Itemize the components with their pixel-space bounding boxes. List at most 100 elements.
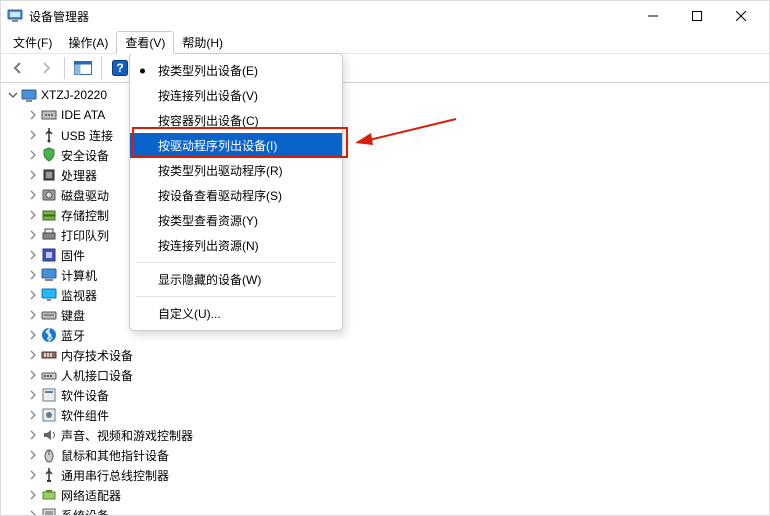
expand-icon[interactable] [25,390,41,400]
keyboard-icon [41,307,57,323]
expand-collapse-icon[interactable] [5,90,21,100]
dropdown-item-label: 按类型列出驱动程序(R) [158,162,283,179]
dropdown-item[interactable]: 按类型列出驱动程序(R) [130,158,342,183]
tree-item[interactable]: 计算机 [1,265,769,285]
tree-root[interactable]: XTZJ-20220 [1,85,769,105]
expand-icon[interactable] [25,190,41,200]
bt-icon [41,327,57,343]
tree-item[interactable]: 软件设备 [1,385,769,405]
cpu-icon [41,167,57,183]
expand-icon[interactable] [25,210,41,220]
expand-icon[interactable] [25,310,41,320]
expand-icon[interactable] [25,150,41,160]
device-manager-window: 设备管理器 文件(F) 操作(A) 查看(V) 帮助(H) ? XTZJ-202… [0,0,770,516]
svg-text:?: ? [116,61,123,75]
tree-item-label: 网络适配器 [61,487,121,504]
tree-item[interactable]: 安全设备 [1,145,769,165]
tree-item-label: 通用串行总线控制器 [61,467,169,484]
menubar: 文件(F) 操作(A) 查看(V) 帮助(H) [1,31,769,54]
device-tree[interactable]: XTZJ-20220IDE ATAUSB 连接安全设备处理器磁盘驱动存储控制打印… [1,83,769,515]
expand-icon[interactable] [25,290,41,300]
tree-item[interactable]: IDE ATA [1,105,769,125]
dropdown-item[interactable]: 按连接列出资源(N) [130,233,342,258]
tree-item-label: 软件设备 [61,387,109,404]
expand-icon[interactable] [25,110,41,120]
tree-item[interactable]: 固件 [1,245,769,265]
dropdown-item-label: 显示隐藏的设备(W) [158,271,261,288]
tree-item[interactable]: 内存技术设备 [1,345,769,365]
memory-icon [41,347,57,363]
tree-item[interactable]: 打印队列 [1,225,769,245]
close-button[interactable] [719,1,763,31]
expand-icon[interactable] [25,510,41,515]
dropdown-item-label: 自定义(U)... [158,305,221,322]
expand-icon[interactable] [25,330,41,340]
tree-item-label: 人机接口设备 [61,367,133,384]
minimize-button[interactable] [631,1,675,31]
tree-item-label: 计算机 [61,267,97,284]
dropdown-item[interactable]: 按驱动程序列出设备(I) [130,133,342,158]
expand-icon[interactable] [25,170,41,180]
expand-icon[interactable] [25,490,41,500]
tree-item-label: 声音、视频和游戏控制器 [61,427,193,444]
tree-item-label: 蓝牙 [61,327,85,344]
menu-view[interactable]: 查看(V) [116,31,174,54]
usb-icon [41,127,57,143]
dropdown-item[interactable]: 按设备查看驱动程序(S) [130,183,342,208]
tree-item[interactable]: 磁盘驱动 [1,185,769,205]
tree-item[interactable]: 存储控制 [1,205,769,225]
tree-item[interactable]: 蓝牙 [1,325,769,345]
titlebar: 设备管理器 [1,1,769,31]
dropdown-item[interactable]: 按连接列出设备(V) [130,83,342,108]
tree-item[interactable]: 监视器 [1,285,769,305]
tree-item[interactable]: 鼠标和其他指针设备 [1,445,769,465]
tree-item[interactable]: 网络适配器 [1,485,769,505]
expand-icon[interactable] [25,410,41,420]
radio-bullet-icon [140,68,145,73]
expand-icon[interactable] [25,230,41,240]
dropdown-item[interactable]: 显示隐藏的设备(W) [130,267,342,292]
monitor-icon [41,287,57,303]
maximize-button[interactable] [675,1,719,31]
menu-action[interactable]: 操作(A) [60,31,116,53]
tree-item[interactable]: 通用串行总线控制器 [1,465,769,485]
expand-icon[interactable] [25,350,41,360]
menu-help[interactable]: 帮助(H) [174,31,231,53]
ide-icon [41,107,57,123]
tree-item[interactable]: 声音、视频和游戏控制器 [1,425,769,445]
expand-icon[interactable] [25,450,41,460]
dropdown-item[interactable]: 按类型列出设备(E) [130,58,342,83]
expand-icon[interactable] [25,370,41,380]
tree-item[interactable]: 系统设备 [1,505,769,515]
expand-icon[interactable] [25,470,41,480]
tree-item-label: 存储控制 [61,207,109,224]
dropdown-item[interactable]: 自定义(U)... [130,301,342,326]
toolbar-separator-2 [101,57,102,79]
sys-icon [41,507,57,515]
audio-icon [41,427,57,443]
disk-icon [41,187,57,203]
tree-item-label: 鼠标和其他指针设备 [61,447,169,464]
tree-item[interactable]: 人机接口设备 [1,365,769,385]
tree-item[interactable]: 键盘 [1,305,769,325]
expand-icon[interactable] [25,130,41,140]
tree-item[interactable]: 处理器 [1,165,769,185]
tree-item-label: 监视器 [61,287,97,304]
app-icon [7,8,23,24]
show-hide-tree-button[interactable] [70,55,96,81]
content-area: XTZJ-20220IDE ATAUSB 连接安全设备处理器磁盘驱动存储控制打印… [1,83,769,515]
forward-button[interactable] [33,55,59,81]
window-buttons [631,1,763,31]
back-button[interactable] [5,55,31,81]
dropdown-item[interactable]: 按类型查看资源(Y) [130,208,342,233]
menu-file[interactable]: 文件(F) [5,31,60,53]
tree-item[interactable]: 软件组件 [1,405,769,425]
dropdown-item[interactable]: 按容器列出设备(C) [130,108,342,133]
toolbar-separator [64,57,65,79]
tree-item[interactable]: USB 连接 [1,125,769,145]
expand-icon[interactable] [25,270,41,280]
expand-icon[interactable] [25,430,41,440]
toolbar: ? [1,54,769,83]
storage-icon [41,207,57,223]
expand-icon[interactable] [25,250,41,260]
